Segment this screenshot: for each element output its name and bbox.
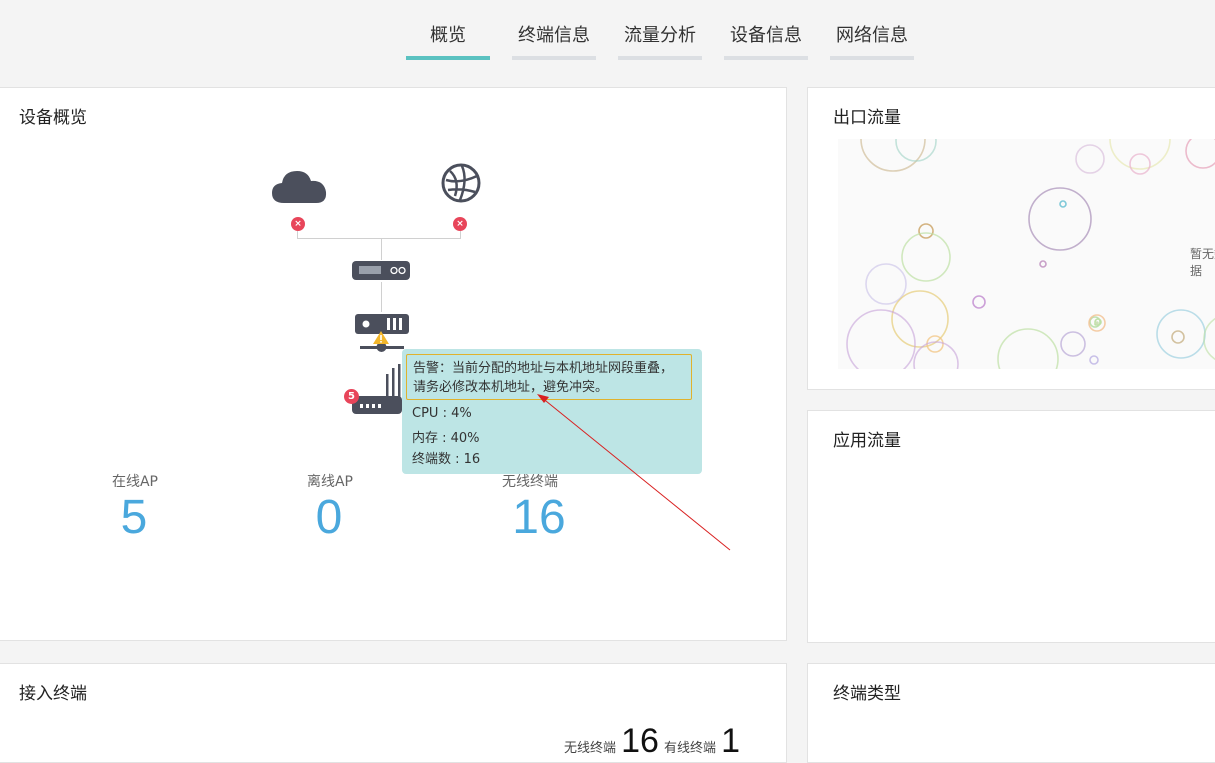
tooltip-cpu: CPU : 4% — [412, 406, 472, 421]
online-ap-label: 在线AP — [111, 474, 159, 490]
no-data-bubbles-graphic — [838, 139, 1215, 369]
wired-count-label: 有线终端 — [664, 741, 717, 756]
offline-ap-value: 0 — [315, 491, 343, 544]
egress-no-data-text: 暂无数据 — [1190, 247, 1215, 278]
wired-count-value: 1 — [721, 722, 741, 760]
offline-ap-label: 离线AP — [306, 474, 354, 490]
tab-traffic-analysis[interactable]: 流量分析 — [618, 22, 702, 60]
device-overview-title: 设备概览 — [19, 108, 87, 128]
link-line — [297, 238, 461, 239]
connected-clients-panel: 接入终端 无线终端 16 有线终端 1 — [0, 663, 787, 763]
online-ap-value: 5 — [120, 491, 148, 544]
tab-terminal-info[interactable]: 终端信息 — [512, 22, 596, 60]
client-counts: 无线终端 16 有线终端 1 — [564, 722, 740, 761]
egress-traffic-title: 出口流量 — [833, 108, 901, 128]
top-nav: 概览 终端信息 流量分析 设备信息 网络信息 — [0, 0, 1215, 60]
access-point-icon[interactable] — [350, 362, 404, 416]
egress-traffic-panel: 出口流量 暂无 据 — [807, 87, 1215, 390]
wireless-count-label: 无线终端 — [564, 741, 617, 756]
ap-count-badge: 5 — [344, 389, 359, 404]
tooltip-clients: 终端数 : 16 — [412, 452, 481, 467]
wireless-clients-value: 16 — [512, 491, 566, 544]
internet-globe-icon — [441, 163, 481, 203]
tab-overview[interactable]: 概览 — [406, 22, 490, 60]
link-line — [381, 282, 382, 312]
cloud-error-icon: × — [291, 217, 305, 231]
wireless-count-value: 16 — [621, 722, 659, 760]
wireless-clients-label: 无线终端 — [502, 474, 558, 490]
tab-device-info[interactable]: 设备信息 — [724, 22, 808, 60]
client-type-title: 终端类型 — [833, 684, 901, 704]
device-tooltip: 告警：当前分配的地址与本机地址网段重叠，请务必修改本机地址，避免冲突。 CPU … — [402, 349, 702, 474]
tooltip-warning: 告警：当前分配的地址与本机地址网段重叠，请务必修改本机地址，避免冲突。 — [406, 354, 692, 400]
gateway-device-icon — [352, 261, 410, 280]
app-traffic-title: 应用流量 — [833, 431, 901, 451]
app-traffic-panel: 应用流量 — [807, 410, 1215, 643]
warning-icon[interactable] — [372, 330, 390, 345]
connected-clients-title: 接入终端 — [19, 684, 87, 704]
internet-error-icon: × — [453, 217, 467, 231]
cloud-icon — [272, 171, 327, 203]
client-type-panel: 终端类型 — [807, 663, 1215, 763]
tooltip-memory: 内存 : 40% — [412, 431, 480, 446]
tab-network-info[interactable]: 网络信息 — [830, 22, 914, 60]
link-line — [381, 238, 382, 260]
